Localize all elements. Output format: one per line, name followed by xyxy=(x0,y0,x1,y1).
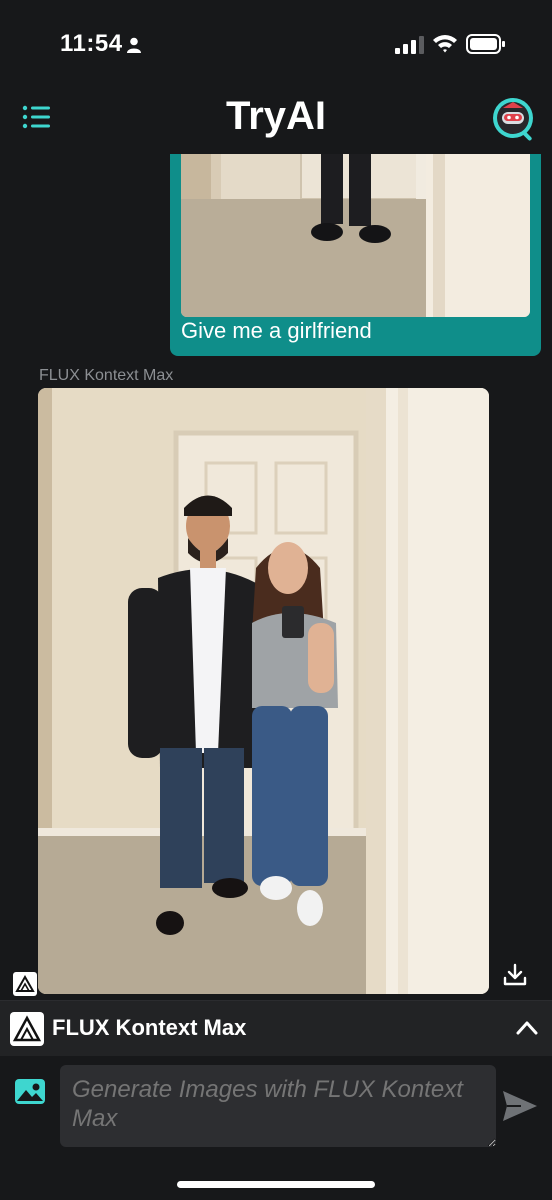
user-uploaded-photo[interactable] xyxy=(181,154,530,317)
download-icon[interactable] xyxy=(502,962,528,988)
flux-icon xyxy=(13,972,37,996)
composer xyxy=(0,1058,552,1200)
signal-icon xyxy=(395,36,424,54)
user-message-bubble: Give me a girlfriend xyxy=(170,154,541,356)
home-indicator xyxy=(177,1181,375,1188)
chat-thread: Give me a girlfriend FLUX Kontext Max xyxy=(0,154,552,999)
flux-logo-icon xyxy=(10,1012,44,1046)
user-message-text: Give me a girlfriend xyxy=(181,318,372,343)
model-selector[interactable]: FLUX Kontext Max xyxy=(0,1000,552,1056)
generated-image[interactable] xyxy=(38,388,489,994)
status-bar: 11:54 xyxy=(0,0,552,90)
app-title: TryAI xyxy=(225,94,327,138)
battery-icon xyxy=(466,34,505,54)
model-label: FLUX Kontext Max xyxy=(39,367,174,384)
model-name: FLUX Kontext Max xyxy=(52,1015,247,1040)
send-icon[interactable] xyxy=(501,1089,539,1123)
person-icon xyxy=(127,37,141,53)
image-picker-icon[interactable] xyxy=(14,1076,46,1106)
avatar[interactable] xyxy=(491,96,539,144)
chevron-up-icon[interactable] xyxy=(515,1018,539,1038)
wifi-icon xyxy=(433,35,457,53)
prompt-input[interactable] xyxy=(60,1065,496,1147)
app-header: TryAI xyxy=(0,90,552,154)
status-time: 11:54 xyxy=(60,30,123,57)
